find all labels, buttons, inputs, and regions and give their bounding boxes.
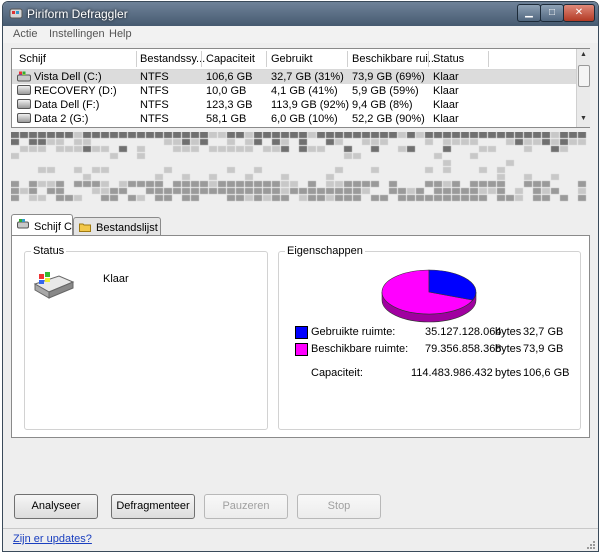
drive-row-f[interactable]: Data Dell (F:) NTFS 123,3 GB 113,9 GB (9…	[12, 98, 576, 112]
properties-group: Eigenschappen Gebruikte ruimte: 35.127.1…	[278, 245, 581, 430]
defraggler-app-icon	[9, 8, 23, 19]
scroll-thumb[interactable]	[578, 65, 590, 87]
status-group-title: Status	[31, 245, 67, 257]
column-used[interactable]: Gebruikt	[271, 53, 313, 65]
status-bar: Zijn er updates?	[3, 528, 598, 551]
drive-details-panel: Status Klaar Eigenschappen Gebruikte rui…	[11, 235, 590, 438]
pause-button[interactable]: Pauzeren	[204, 494, 288, 519]
column-drive[interactable]: Schijf	[19, 53, 46, 65]
analyze-button[interactable]: Analyseer	[14, 494, 98, 519]
menu-actie[interactable]: Actie	[13, 28, 37, 40]
used-space-swatch	[295, 326, 308, 339]
drive-icon	[33, 272, 75, 299]
drive-row-g[interactable]: Data 2 (G:) NTFS 58,1 GB 6,0 GB (10%) 52…	[12, 112, 576, 126]
properties-group-title: Eigenschappen	[285, 245, 365, 257]
drive-icon	[17, 85, 31, 95]
drive-icon	[17, 99, 31, 109]
scroll-down-icon[interactable]: ▼	[580, 115, 587, 122]
menu-help[interactable]: Help	[109, 28, 132, 40]
check-updates-link[interactable]: Zijn er updates?	[13, 533, 92, 545]
system-drive-icon	[17, 71, 31, 82]
tab-file-list[interactable]: Bestandslijst	[73, 217, 161, 236]
defragment-button[interactable]: Defragmenteer	[111, 494, 195, 519]
menu-instellingen[interactable]: Instellingen	[49, 28, 105, 40]
drive-row-d[interactable]: RECOVERY (D:) NTFS 10,0 GB 4,1 GB (41%) …	[12, 84, 576, 98]
menu-bar: Actie Instellingen Help	[3, 26, 598, 43]
window-title: Piriform Defraggler	[27, 7, 128, 21]
stop-button[interactable]: Stop	[297, 494, 381, 519]
drive-list-scrollbar[interactable]: ▲ ▼	[576, 49, 590, 127]
tab-drive-c[interactable]: Schijf C:	[11, 214, 75, 237]
column-status[interactable]: Status	[433, 53, 464, 65]
drive-icon	[17, 219, 29, 229]
folder-icon	[79, 223, 91, 232]
resize-grip-icon[interactable]	[586, 540, 596, 550]
maximize-button[interactable]: □	[540, 4, 564, 22]
scroll-up-icon[interactable]: ▲	[580, 51, 587, 58]
minimize-button[interactable]: ▁	[517, 4, 541, 22]
drive-row-c[interactable]: Vista Dell (C:) NTFS 106,6 GB 32,7 GB (3…	[12, 70, 576, 84]
drive-list[interactable]: Schijf Bestandssy... Capaciteit Gebruikt…	[11, 48, 590, 128]
status-group: Status Klaar	[24, 245, 268, 430]
app-window: Piriform Defraggler ▁ □ ✕ Actie Instelli…	[2, 1, 599, 552]
free-space-swatch	[295, 343, 308, 356]
drive-list-header: Schijf Bestandssy... Capaciteit Gebruikt…	[12, 49, 576, 70]
column-free[interactable]: Beschikbare rui...	[352, 53, 437, 65]
column-capacity[interactable]: Capaciteit	[206, 53, 255, 65]
column-filesystem[interactable]: Bestandssy...	[140, 53, 205, 65]
usage-pie-chart	[381, 269, 477, 323]
action-bar: Analyseer Defragmenteer Pauzeren Stop	[3, 480, 598, 528]
tab-bar: Schijf C: Bestandslijst	[11, 214, 588, 237]
close-button[interactable]: ✕	[563, 4, 595, 22]
title-bar[interactable]: Piriform Defraggler ▁ □ ✕	[3, 2, 598, 26]
cluster-map	[11, 132, 588, 206]
drive-icon	[17, 113, 31, 123]
status-text: Klaar	[103, 273, 129, 285]
